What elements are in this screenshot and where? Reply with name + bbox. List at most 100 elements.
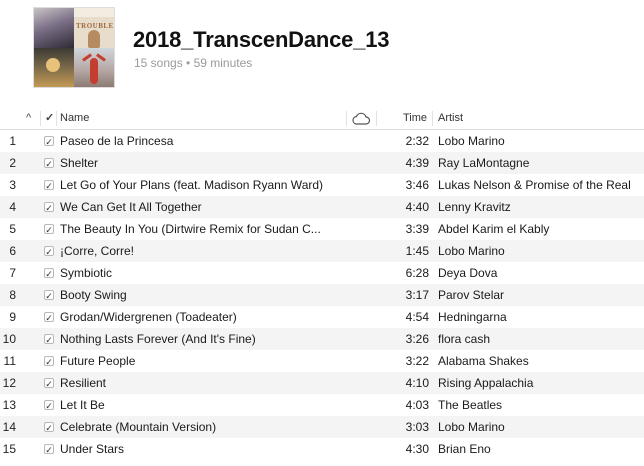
table-row[interactable]: 3 ✓ Let Go of Your Plans (feat. Madison Ry… bbox=[0, 174, 644, 196]
song-artist: Lobo Marino bbox=[438, 134, 505, 148]
track-number: 4 bbox=[9, 200, 16, 214]
table-row[interactable]: 1 ✓ Paseo de la Princesa 2:32 Lobo Marino bbox=[0, 130, 644, 152]
song-artist: Abdel Karim el Kably bbox=[438, 222, 550, 236]
song-time: 4:40 bbox=[405, 200, 429, 214]
song-artist: Deya Dova bbox=[438, 266, 498, 280]
table-row[interactable]: 4 ✓ We Can Get It All Together 4:40 Lenny Kr… bbox=[0, 196, 644, 218]
table-header: ^ ✓ Name Time Artist bbox=[0, 108, 644, 130]
song-artist: Hedningarna bbox=[438, 310, 507, 324]
song-checkbox[interactable]: ✓ bbox=[44, 246, 54, 256]
song-time: 3:46 bbox=[405, 178, 429, 192]
song-name: Let It Be bbox=[60, 398, 105, 412]
song-name: Booty Swing bbox=[60, 288, 127, 302]
song-checkbox[interactable]: ✓ bbox=[44, 356, 54, 366]
playlist-meta: 15 songs • 59 minutes bbox=[134, 56, 253, 70]
track-number: 7 bbox=[9, 266, 16, 280]
table-row[interactable]: 14 ✓ Celebrate (Mountain Version) 3:03 Lobo … bbox=[0, 416, 644, 438]
song-name: Resilient bbox=[60, 376, 107, 390]
song-name: The Beauty In You (Dirtwire Remix for Su… bbox=[60, 222, 321, 236]
playlist-artwork[interactable]: TROUBLE bbox=[33, 7, 115, 88]
track-number: 15 bbox=[2, 442, 16, 456]
song-time: 3:39 bbox=[405, 222, 429, 236]
table-row[interactable]: 11 ✓ Future People 3:22 Alabama Shakes bbox=[0, 350, 644, 372]
song-time: 3:17 bbox=[405, 288, 429, 302]
song-time: 4:39 bbox=[405, 156, 429, 170]
song-time: 3:26 bbox=[405, 332, 429, 346]
song-checkbox[interactable]: ✓ bbox=[44, 444, 54, 454]
table-row[interactable]: 2 ✓ Shelter 4:39 Ray LaMontagne bbox=[0, 152, 644, 174]
song-artist: Lenny Kravitz bbox=[438, 200, 511, 214]
song-checkbox[interactable]: ✓ bbox=[44, 224, 54, 234]
table-row[interactable]: 15 ✓ Under Stars 4:30 Brian Eno bbox=[0, 438, 644, 460]
song-checkbox[interactable]: ✓ bbox=[44, 400, 54, 410]
song-name: Future People bbox=[60, 354, 136, 368]
track-number: 11 bbox=[3, 354, 16, 368]
song-artist: Rising Appalachia bbox=[438, 376, 534, 390]
playlist-header: TROUBLE 2018_TranscenDance_13 15 songs •… bbox=[0, 0, 644, 108]
person-icon bbox=[90, 57, 98, 84]
song-artist: Alabama Shakes bbox=[438, 354, 529, 368]
song-artist: The Beatles bbox=[438, 398, 503, 412]
song-time: 4:03 bbox=[405, 398, 429, 412]
column-header-name[interactable]: Name bbox=[60, 108, 89, 129]
song-time: 1:45 bbox=[405, 244, 429, 258]
song-artist: Ray LaMontagne bbox=[438, 156, 530, 170]
track-number: 8 bbox=[9, 288, 16, 302]
track-number: 10 bbox=[2, 332, 16, 346]
column-header-checked[interactable]: ✓ bbox=[45, 108, 54, 129]
song-name: Celebrate (Mountain Version) bbox=[60, 420, 217, 434]
song-artist: Lobo Marino bbox=[438, 244, 505, 258]
song-checkbox[interactable]: ✓ bbox=[44, 422, 54, 432]
song-name: We Can Get It All Together bbox=[60, 200, 202, 214]
song-name: Shelter bbox=[60, 156, 99, 170]
track-number: 6 bbox=[9, 244, 16, 258]
cloud-icon[interactable] bbox=[351, 112, 371, 126]
album-art-title: TROUBLE bbox=[76, 22, 114, 30]
moon-icon bbox=[46, 57, 60, 72]
table-row[interactable]: 9 ✓ Grodan/Widergrenen (Toadeater) 4:54 Hedn… bbox=[0, 306, 644, 328]
track-number: 3 bbox=[9, 178, 16, 192]
table-row[interactable]: 8 ✓ Booty Swing 3:17 Parov Stelar bbox=[0, 284, 644, 306]
song-checkbox[interactable]: ✓ bbox=[44, 202, 54, 212]
track-number: 2 bbox=[9, 156, 16, 170]
track-number: 13 bbox=[2, 398, 16, 412]
song-checkbox[interactable]: ✓ bbox=[44, 180, 54, 190]
table-row[interactable]: 5 ✓ The Beauty In You (Dirtwire Remix for … bbox=[0, 218, 644, 240]
column-header-time[interactable]: Time bbox=[403, 108, 427, 129]
album-art-figure bbox=[88, 30, 100, 48]
song-checkbox[interactable]: ✓ bbox=[44, 378, 54, 388]
table-row[interactable]: 7 ✓ Symbiotic 6:28 Deya Dova bbox=[0, 262, 644, 284]
album-art-photo-collage bbox=[34, 8, 74, 48]
song-name: Under Stars bbox=[60, 442, 125, 456]
song-checkbox[interactable]: ✓ bbox=[44, 158, 54, 168]
song-checkbox[interactable]: ✓ bbox=[44, 334, 54, 344]
song-time: 4:30 bbox=[405, 442, 429, 456]
table-row[interactable]: 6 ✓ ¡Corre, Corre! 1:45 Lobo Marino bbox=[0, 240, 644, 262]
song-artist: flora cash bbox=[438, 332, 491, 346]
table-row[interactable]: 12 ✓ Resilient 4:10 Rising Appalachia bbox=[0, 372, 644, 394]
sort-up-icon[interactable]: ^ bbox=[26, 108, 31, 129]
song-name: ¡Corre, Corre! bbox=[60, 244, 135, 258]
table-row[interactable]: 13 ✓ Let It Be 4:03 The Beatles bbox=[0, 394, 644, 416]
table-row[interactable]: 10 ✓ Nothing Lasts Forever (And It's Fine)… bbox=[0, 328, 644, 350]
track-number: 14 bbox=[2, 420, 16, 434]
album-art-trouble: TROUBLE bbox=[74, 8, 114, 48]
song-time: 2:32 bbox=[405, 134, 429, 148]
song-checkbox[interactable]: ✓ bbox=[44, 312, 54, 322]
song-time: 4:54 bbox=[405, 310, 429, 324]
song-name: Paseo de la Princesa bbox=[60, 134, 174, 148]
song-checkbox[interactable]: ✓ bbox=[44, 268, 54, 278]
song-artist: Lobo Marino bbox=[438, 420, 505, 434]
playlist-title[interactable]: 2018_TranscenDance_13 bbox=[133, 27, 390, 53]
song-checkbox[interactable]: ✓ bbox=[44, 290, 54, 300]
song-table: ^ ✓ Name Time Artist 1 ✓ Paseo de la Princ… bbox=[0, 108, 644, 460]
song-time: 3:03 bbox=[405, 420, 429, 434]
song-artist: Parov Stelar bbox=[438, 288, 505, 302]
track-number: 5 bbox=[9, 222, 16, 236]
song-checkbox[interactable]: ✓ bbox=[44, 136, 54, 146]
song-time: 4:10 bbox=[405, 376, 429, 390]
album-art-dusk bbox=[34, 47, 74, 87]
track-number: 9 bbox=[9, 310, 16, 324]
song-artist: Brian Eno bbox=[438, 442, 491, 456]
column-header-artist[interactable]: Artist bbox=[438, 108, 463, 129]
